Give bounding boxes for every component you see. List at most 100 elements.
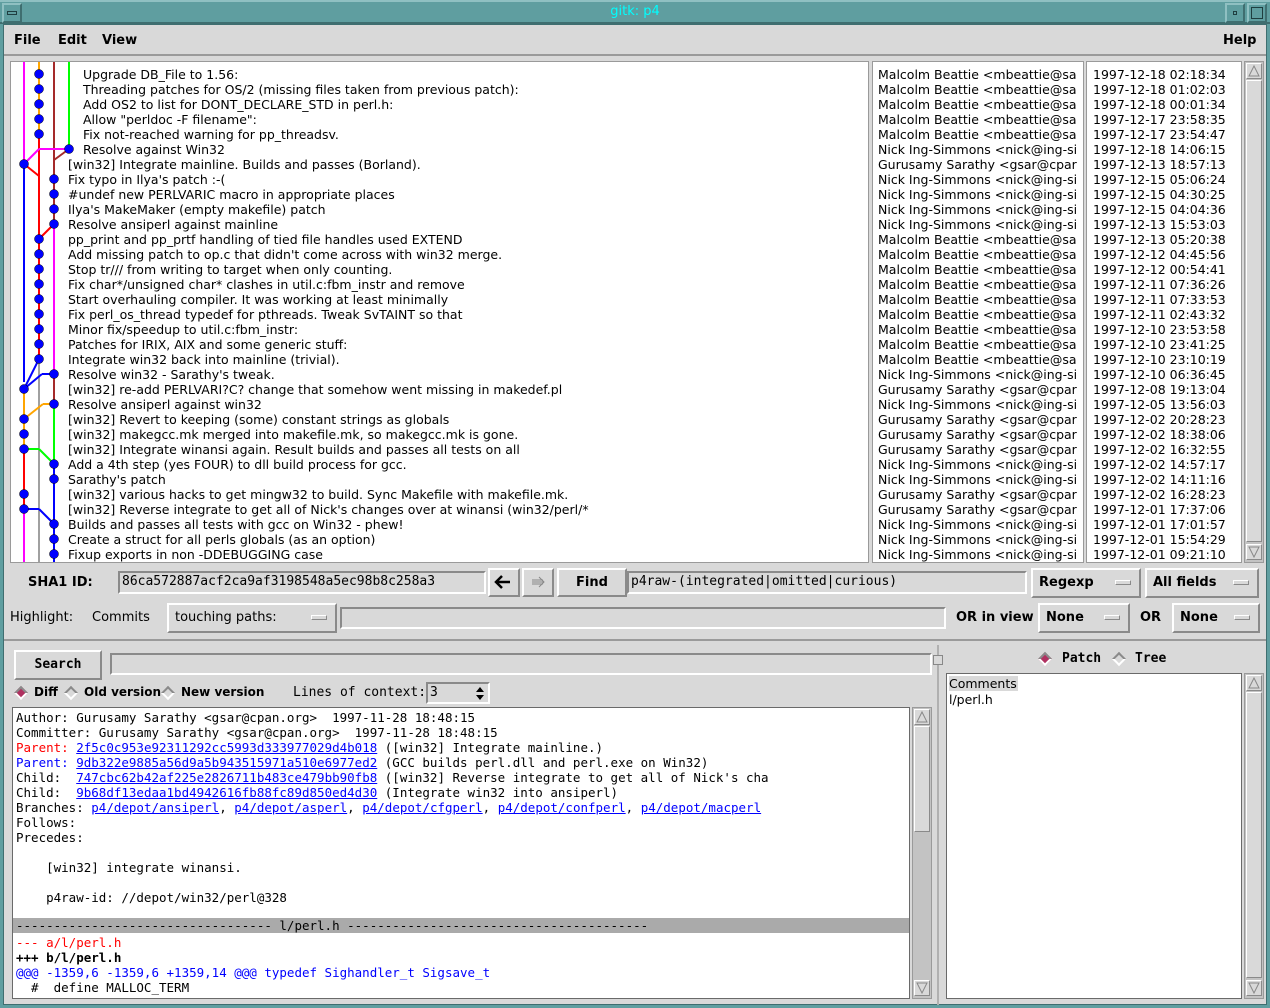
commit-row[interactable]: Resolve ansiperl against mainline	[68, 217, 278, 232]
file-list-item[interactable]: l/perl.h	[949, 692, 993, 707]
commit-author[interactable]: Malcolm Beattie <mbeattie@sa	[878, 82, 1077, 97]
commit-date[interactable]: 1997-12-02 20:28:23	[1093, 412, 1226, 427]
commit-author[interactable]: Malcolm Beattie <mbeattie@sa	[878, 277, 1077, 292]
maximize-button[interactable]	[1247, 3, 1267, 23]
commit-row[interactable]: [win32] makegcc.mk merged into makefile.…	[68, 427, 518, 442]
parent-sha-link[interactable]: 9db322e9885a56d9a5b943515971a510e6977ed2	[76, 755, 377, 770]
commit-author[interactable]: Malcolm Beattie <mbeattie@sa	[878, 307, 1077, 322]
commit-author[interactable]: Nick Ing-Simmons <nick@ing-si	[878, 532, 1077, 547]
commit-row[interactable]: Add OS2 to list for DONT_DECLARE_STD in …	[83, 97, 393, 112]
commit-author[interactable]: Malcolm Beattie <mbeattie@sa	[878, 97, 1077, 112]
commit-row[interactable]: Resolve against Win32	[83, 142, 225, 157]
commit-row[interactable]: Upgrade DB_File to 1.56:	[83, 67, 238, 82]
menu-edit[interactable]: Edit	[58, 33, 87, 48]
parent-sha-link[interactable]: 2f5c0c953e92311292cc5993d333977029d4b018	[76, 740, 377, 755]
commit-date[interactable]: 1997-12-18 01:02:03	[1093, 82, 1226, 97]
scroll-up-arrow-icon[interactable]	[1246, 675, 1262, 691]
commit-row[interactable]: Fix char*/unsigned char* clashes in util…	[68, 277, 465, 292]
commit-author[interactable]: Malcolm Beattie <mbeattie@sa	[878, 67, 1077, 82]
old-version-radio[interactable]	[63, 685, 79, 701]
window-titlebar[interactable]: gitk: p4	[0, 0, 1270, 24]
commit-node[interactable]	[34, 249, 44, 259]
commit-node[interactable]	[64, 144, 74, 154]
menu-view[interactable]: View	[102, 33, 137, 48]
commit-date[interactable]: 1997-12-12 00:54:41	[1093, 262, 1226, 277]
file-list-scrollbar[interactable]	[1244, 673, 1264, 999]
child-sha-link[interactable]: 9b68df13edaa1bd4942616fb88fc89d850ed4d30	[76, 785, 377, 800]
commit-date[interactable]: 1997-12-13 15:53:03	[1093, 217, 1226, 232]
diff-search-input[interactable]	[110, 653, 932, 675]
commit-row[interactable]: pp_print and pp_prtf handling of tied fi…	[68, 232, 463, 247]
commit-row[interactable]: Fix typo in Ilya's patch :-(	[68, 172, 225, 187]
scroll-down-arrow-icon[interactable]	[914, 980, 930, 996]
commit-author[interactable]: Nick Ing-Simmons <nick@ing-si	[878, 172, 1077, 187]
menu-file[interactable]: File	[14, 33, 41, 48]
commit-author[interactable]: Nick Ing-Simmons <nick@ing-si	[878, 547, 1077, 562]
new-version-radio-label[interactable]: New version	[181, 685, 264, 699]
commit-date[interactable]: 1997-12-05 13:56:03	[1093, 397, 1226, 412]
commit-node[interactable]	[19, 489, 29, 499]
commit-node[interactable]	[19, 429, 29, 439]
commit-author[interactable]: Gurusamy Sarathy <gsar@cpar	[878, 442, 1077, 457]
branch-link[interactable]: p4/depot/asperl	[234, 800, 347, 815]
old-version-radio-label[interactable]: Old version	[84, 685, 161, 699]
commit-node[interactable]	[49, 369, 59, 379]
back-button[interactable]	[488, 568, 520, 597]
commit-node[interactable]	[34, 309, 44, 319]
commit-author[interactable]: Nick Ing-Simmons <nick@ing-si	[878, 202, 1077, 217]
branch-link[interactable]: p4/depot/cfgperl	[362, 800, 482, 815]
scroll-down-arrow-icon[interactable]	[1246, 980, 1262, 996]
commit-node[interactable]	[34, 324, 44, 334]
commit-row[interactable]: [win32] re-add PERLVARI?C? change that s…	[68, 382, 562, 397]
commit-row[interactable]: Start overhauling compiler. It was worki…	[68, 292, 448, 307]
child-sha-link[interactable]: 747cbc62b42af225e2826711b483ce479bb90fb8	[76, 770, 377, 785]
commit-author[interactable]: Nick Ing-Simmons <nick@ing-si	[878, 472, 1077, 487]
commit-date[interactable]: 1997-12-01 17:01:57	[1093, 517, 1226, 532]
commit-node[interactable]	[49, 549, 59, 559]
sha1-input[interactable]: 86ca572887acf2ca9af3198548a5ec98b8c258a3	[118, 571, 486, 594]
diff-radio-label[interactable]: Diff	[34, 685, 58, 699]
commit-row[interactable]: Add a 4th step (yes FOUR) to dll build p…	[68, 457, 407, 472]
branch-link[interactable]: p4/depot/ansiperl	[91, 800, 219, 815]
commit-author[interactable]: Malcolm Beattie <mbeattie@sa	[878, 247, 1077, 262]
commit-date[interactable]: 1997-12-02 14:57:17	[1093, 457, 1226, 472]
commit-author[interactable]: Malcolm Beattie <mbeattie@sa	[878, 322, 1077, 337]
commit-row[interactable]: Builds and passes all tests with gcc on …	[68, 517, 404, 532]
find-type-dropdown[interactable]: Regexp	[1031, 568, 1141, 598]
commit-row[interactable]: #undef new PERLVARIC macro in appropriat…	[68, 187, 395, 202]
commit-node[interactable]	[49, 219, 59, 229]
find-input[interactable]: p4raw-(integrated|omitted|curious)	[627, 571, 1027, 594]
diff-radio[interactable]	[13, 685, 29, 701]
commit-row[interactable]: Create a struct for all perls globals (a…	[68, 532, 375, 547]
commit-date[interactable]: 1997-12-15 05:06:24	[1093, 172, 1226, 187]
commit-date[interactable]: 1997-12-18 00:01:34	[1093, 97, 1226, 112]
commit-date[interactable]: 1997-12-17 23:58:35	[1093, 112, 1226, 127]
or-highlight-dropdown[interactable]: None	[1172, 603, 1260, 633]
commit-row[interactable]: Patches for IRIX, AIX and some generic s…	[68, 337, 347, 352]
commit-date[interactable]: 1997-12-10 23:53:58	[1093, 322, 1226, 337]
commit-date[interactable]: 1997-12-18 02:18:34	[1093, 67, 1226, 82]
commit-node[interactable]	[49, 474, 59, 484]
new-version-radio[interactable]	[160, 685, 176, 701]
find-fields-dropdown[interactable]: All fields	[1145, 568, 1259, 598]
commit-author[interactable]: Malcolm Beattie <mbeattie@sa	[878, 352, 1077, 367]
commit-date[interactable]: 1997-12-01 17:37:06	[1093, 502, 1226, 517]
commit-date[interactable]: 1997-12-02 16:28:23	[1093, 487, 1226, 502]
scroll-thumb[interactable]	[1246, 692, 1262, 978]
diff-scrollbar[interactable]	[912, 707, 932, 999]
commit-node[interactable]	[34, 84, 44, 94]
commit-author[interactable]: Malcolm Beattie <mbeattie@sa	[878, 112, 1077, 127]
patch-radio[interactable]	[1037, 651, 1053, 667]
commit-node[interactable]	[34, 264, 44, 274]
commit-author[interactable]: Nick Ing-Simmons <nick@ing-si	[878, 142, 1077, 157]
commit-node[interactable]	[49, 174, 59, 184]
commit-author[interactable]: Malcolm Beattie <mbeattie@sa	[878, 337, 1077, 352]
commit-author[interactable]: Gurusamy Sarathy <gsar@cpar	[878, 427, 1077, 442]
scroll-up-arrow-icon[interactable]	[1246, 63, 1262, 79]
commit-node[interactable]	[19, 504, 29, 514]
commit-row[interactable]: Ilya's MakeMaker (empty makefile) patch	[68, 202, 326, 217]
commit-date[interactable]: 1997-12-10 06:36:45	[1093, 367, 1226, 382]
commit-node[interactable]	[19, 384, 29, 394]
commit-author[interactable]: Nick Ing-Simmons <nick@ing-si	[878, 457, 1077, 472]
commit-row[interactable]: Resolve ansiperl against win32	[68, 397, 262, 412]
